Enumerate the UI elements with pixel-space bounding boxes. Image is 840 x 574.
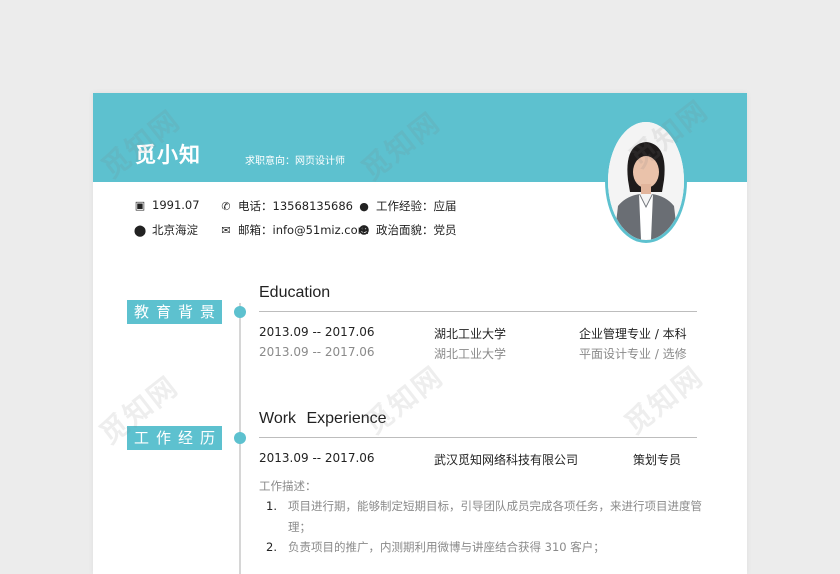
education-title: Education [259, 284, 331, 301]
edu-period-2: 2013.09 -- 2017.06 [259, 345, 375, 359]
chat-icon: ● [359, 199, 369, 213]
profile-photo [605, 119, 687, 243]
mail-icon: ✉ [221, 223, 231, 237]
candidate-name: 觅小知 [135, 143, 201, 167]
education-divider [259, 311, 697, 312]
location-info: ⬤ 北京海淀 [133, 223, 198, 237]
person-icon: ☻ [358, 223, 370, 237]
work-title: Work Experience [259, 410, 387, 427]
watermark: 觅知网 [618, 359, 710, 441]
email-info: ✉ 邮箱： info@51miz.com [219, 222, 368, 238]
work-dot [234, 432, 246, 444]
work-desc-label: 工作描述： [259, 479, 317, 493]
location-icon: ⬤ [133, 223, 147, 237]
edu-period-1: 2013.09 -- 2017.06 [259, 325, 375, 339]
education-dot [234, 306, 246, 318]
edu-school-1: 湖北工业大学 [434, 327, 507, 341]
politics-info: ☻ 政治面貌： 党员 [358, 223, 457, 237]
experience-info: ● 工作经验： 应届 [357, 198, 456, 214]
resume-page: 觅小知 求职意向：网页设计师 ▣ 1991.07 ✆ 电话： 1356813568… [93, 93, 747, 574]
edu-major-1: 企业管理专业 / 本科 [579, 327, 687, 341]
phone-icon: ✆ [221, 199, 231, 213]
birth-info: ▣ 1991.07 [134, 198, 200, 212]
edu-major-2: 平面设计专业 / 选修 [579, 347, 687, 361]
work-period: 2013.09 -- 2017.06 [259, 451, 375, 465]
work-desc-item-2: 2. 负责项目的推广，内测期利用微博与讲座结合获得 310 客户； [266, 540, 605, 554]
work-company: 武汉觅知网络科技有限公司 [434, 453, 579, 467]
work-tag: 工作经历 [127, 426, 222, 450]
education-tag: 教育背景 [127, 300, 222, 324]
phone-info: ✆ 电话： 13568135686 [219, 198, 353, 214]
work-role: 策划专员 [633, 453, 682, 467]
edu-school-2: 湖北工业大学 [434, 347, 507, 361]
watermark: 觅知网 [358, 359, 450, 441]
calendar-icon: ▣ [134, 198, 146, 212]
work-divider [259, 437, 697, 438]
work-desc-item-1: 1. 项目进行期，能够制定短期目标，引导团队成员完成各项任务，来进行项目进度管理… [266, 499, 702, 534]
job-intent: 求职意向：网页设计师 [245, 156, 345, 167]
